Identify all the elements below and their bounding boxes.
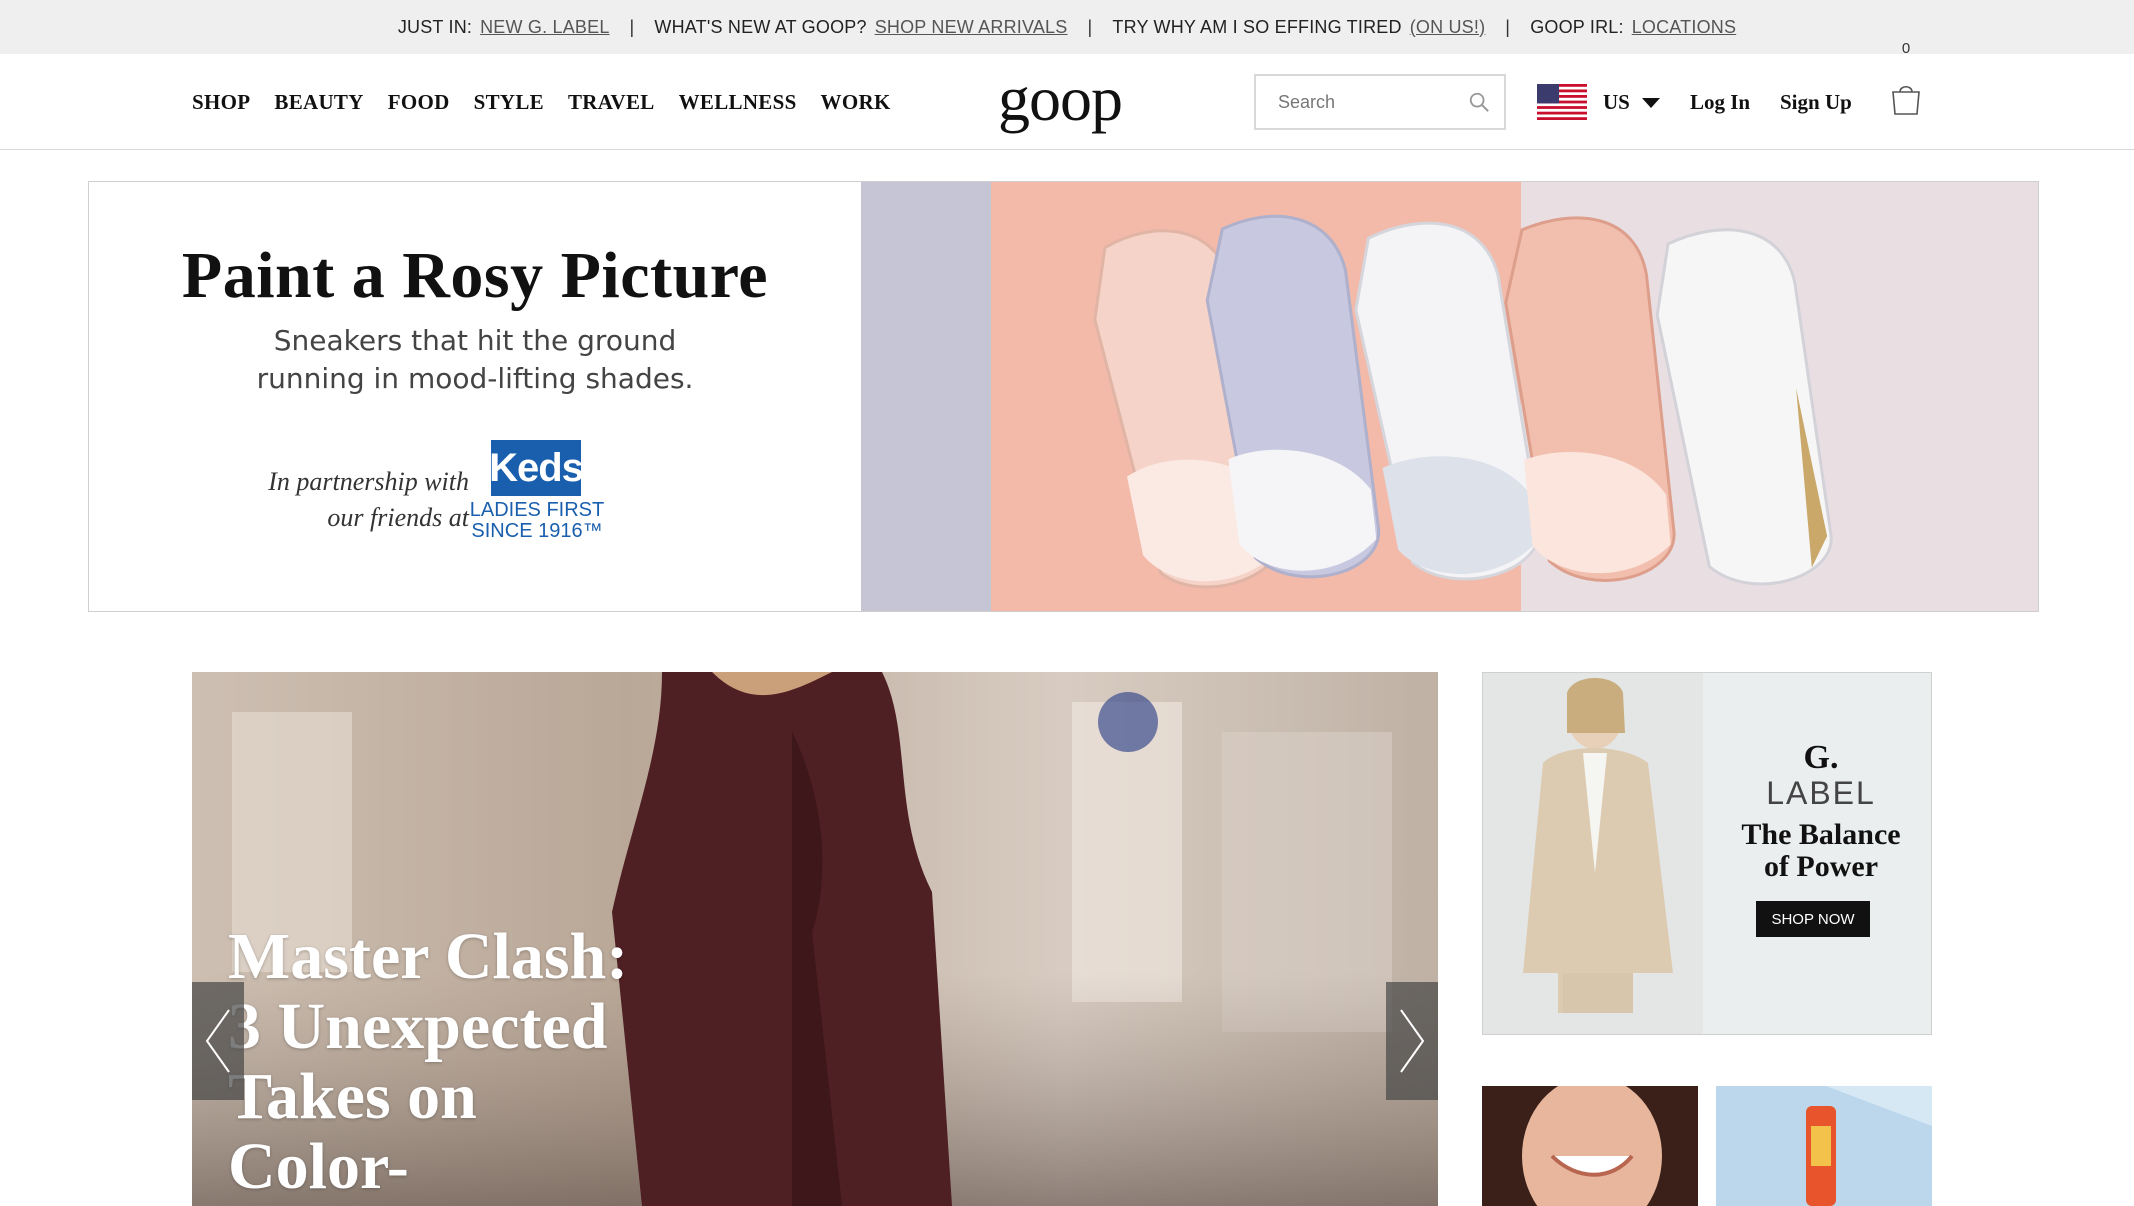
locations-link[interactable]: LOCATIONS [1632,17,1736,38]
nav-beauty[interactable]: BEAUTY [274,90,363,115]
carousel-next-button[interactable] [1386,982,1438,1100]
shop-new-arrivals-link[interactable]: SHOP NEW ARRIVALS [875,17,1068,38]
banner-title: Paint a Rosy Picture [181,239,769,312]
announcement-tired: TRY WHY AM I SO EFFING TIRED (ON US!) [1112,17,1485,38]
on-us-link[interactable]: (ON US!) [1410,17,1486,38]
announcement-irl: GOOP IRL: LOCATIONS [1530,17,1736,38]
banner-subtitle-line: Sneakers that hit the ground [273,324,677,357]
hero-headline-line: Master Clash: [228,920,629,993]
hero-headline-line: 3 Unexpected [228,990,608,1063]
keds-logo: Keds [489,440,584,496]
announcement-separator: | [1505,16,1511,37]
g-label-mark: G. [1803,739,1839,776]
country-label: US [1603,90,1630,114]
announcement-lead: GOOP IRL: [1530,16,1624,37]
nav-travel[interactable]: TRAVEL [568,90,655,115]
cart-count: 0 [1901,40,1911,57]
keds-tagline-line: SINCE 1916™ [471,520,603,542]
keds-banner[interactable]: Paint a Rosy Picture Sneakers that hit t… [88,181,2039,612]
login-link[interactable]: Log In [1690,90,1750,115]
shop-now-button[interactable]: SHOP NOW [1756,901,1870,937]
partner-line: our friends at [327,503,469,532]
announcement-just-in: JUST IN: NEW G. LABEL [398,17,610,38]
hero-headline-line: Takes on [228,1060,477,1133]
new-g-label-link[interactable]: NEW G. LABEL [480,17,609,38]
announcement-whats-new: WHAT'S NEW AT GOOP? SHOP NEW ARRIVALS [654,17,1067,38]
shower-bottle-image [1716,1086,1932,1206]
hero-carousel[interactable]: Master Clash: 3 Unexpected Takes on Colo… [192,672,1438,1206]
sneakers-image [861,182,2038,611]
partner-text: In partnership with our friends at [189,464,469,536]
search-input[interactable] [1278,91,1468,113]
search-box[interactable] [1254,74,1506,130]
promo-title-line: The Balance [1741,818,1901,851]
shopping-bag-icon[interactable] [1888,82,1924,118]
main-nav: SHOP BEAUTY FOOD STYLE TRAVEL WELLNESS W… [192,90,891,115]
chevron-right-icon [1400,1009,1425,1073]
keds-tagline: LADIES FIRST SINCE 1916™ [467,500,607,542]
banner-text-panel: Paint a Rosy Picture Sneakers that hit t… [89,182,861,611]
g-label-promo[interactable]: G. LABEL The Balance of Power SHOP NOW [1482,672,1932,1035]
announcement-lead: TRY WHY AM I SO EFFING TIRED [1112,16,1402,37]
signup-link[interactable]: Sign Up [1780,90,1852,115]
nav-style[interactable]: STYLE [474,90,544,115]
story-thumbnail[interactable] [1482,1086,1698,1206]
announcement-separator: | [629,16,635,37]
announcement-lead: JUST IN: [397,16,473,37]
banner-subtitle: Sneakers that hit the ground running in … [249,322,701,398]
promo-title-line: of Power [1763,850,1879,883]
nav-food[interactable]: FOOD [388,90,450,115]
announcement-separator: | [1087,16,1093,37]
keds-tagline-line: LADIES FIRST [469,499,605,521]
promo-title: The Balance of Power [1711,819,1931,883]
site-header: SHOP BEAUTY FOOD STYLE TRAVEL WELLNESS W… [0,54,2134,150]
partner-line: In partnership with [268,467,469,496]
country-selector[interactable]: US [1603,90,1660,115]
announcement-lead: WHAT'S NEW AT GOOP? [654,16,867,37]
chevron-down-icon [1641,97,1660,108]
blazer-model-image [1483,673,1703,1034]
story-thumbnail[interactable] [1716,1086,1932,1206]
nav-wellness[interactable]: WELLNESS [679,90,797,115]
smiling-woman-image [1482,1086,1698,1206]
announcement-bar: JUST IN: NEW G. LABEL | WHAT'S NEW AT GO… [0,0,2134,54]
hero-headline-line: Color- [228,1130,409,1203]
search-icon[interactable] [1468,90,1490,114]
chevron-left-icon [205,1009,230,1073]
nav-work[interactable]: WORK [821,90,891,115]
nav-shop[interactable]: SHOP [192,90,250,115]
hero-headline[interactable]: Master Clash: 3 Unexpected Takes on Colo… [228,922,788,1202]
g-label-wordmark: LABEL [1766,775,1876,811]
us-flag-icon[interactable] [1537,84,1587,120]
goop-logo[interactable]: goop [998,64,1123,134]
carousel-prev-button[interactable] [192,982,244,1100]
banner-subtitle-line: running in mood-lifting shades. [256,362,694,395]
